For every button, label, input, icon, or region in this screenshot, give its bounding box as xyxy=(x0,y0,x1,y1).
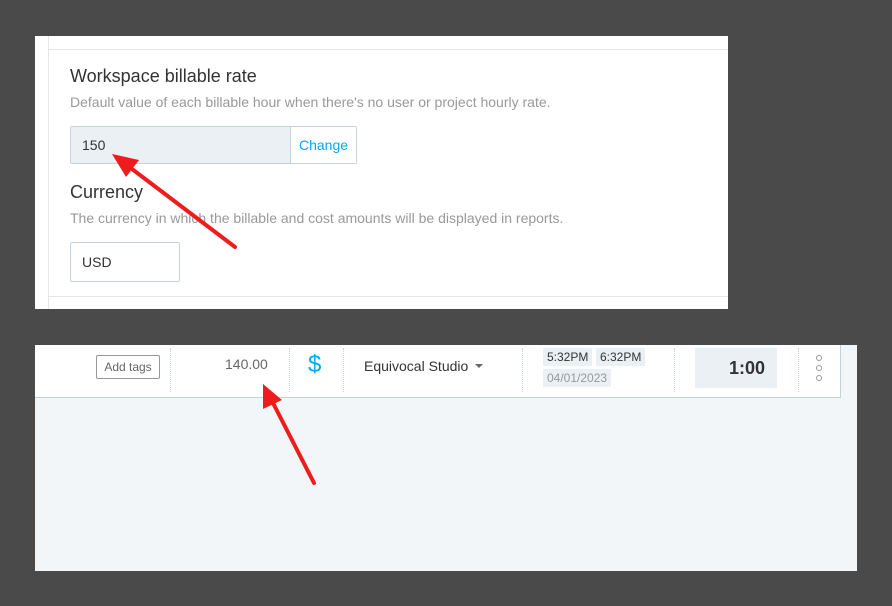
duration-field[interactable]: 1:00 xyxy=(695,348,777,388)
currency-description: The currency in which the billable and c… xyxy=(70,210,564,226)
dollar-icon[interactable]: $ xyxy=(308,349,321,381)
end-time[interactable]: 6:32PM xyxy=(596,348,646,366)
add-tags-button[interactable]: Add tags xyxy=(96,355,160,379)
panel-divider xyxy=(48,36,49,309)
section-divider xyxy=(49,49,728,50)
billable-rate-field: Change xyxy=(70,126,357,164)
project-select[interactable]: Equivocal Studio xyxy=(364,358,484,374)
column-divider xyxy=(343,348,344,392)
billable-rate-description: Default value of each billable hour when… xyxy=(70,94,551,110)
billable-rate-input[interactable] xyxy=(71,127,290,163)
caret-down-icon xyxy=(475,364,484,368)
column-divider xyxy=(289,348,290,392)
column-divider xyxy=(798,348,799,392)
section-divider xyxy=(49,296,728,297)
change-button[interactable]: Change xyxy=(290,127,356,163)
column-divider xyxy=(674,348,675,392)
column-divider xyxy=(170,348,171,392)
time-entry-row: Add tags 140.00 $ Equivocal Studio 5:32P… xyxy=(35,345,841,398)
project-name: Equivocal Studio xyxy=(364,358,469,374)
start-time[interactable]: 5:32PM xyxy=(543,348,593,366)
entry-date[interactable]: 04/01/2023 xyxy=(543,369,612,387)
billable-rate-title: Workspace billable rate xyxy=(70,66,257,86)
billable-amount: 140.00 xyxy=(225,356,268,372)
workspace-settings-panel: Workspace billable rate Default value of… xyxy=(35,36,728,309)
column-divider xyxy=(522,348,523,392)
currency-select[interactable]: USD xyxy=(70,242,180,282)
currency-title: Currency xyxy=(70,182,144,202)
more-options-icon[interactable] xyxy=(814,355,824,381)
time-entry-panel: Add tags 140.00 $ Equivocal Studio 5:32P… xyxy=(35,345,857,571)
